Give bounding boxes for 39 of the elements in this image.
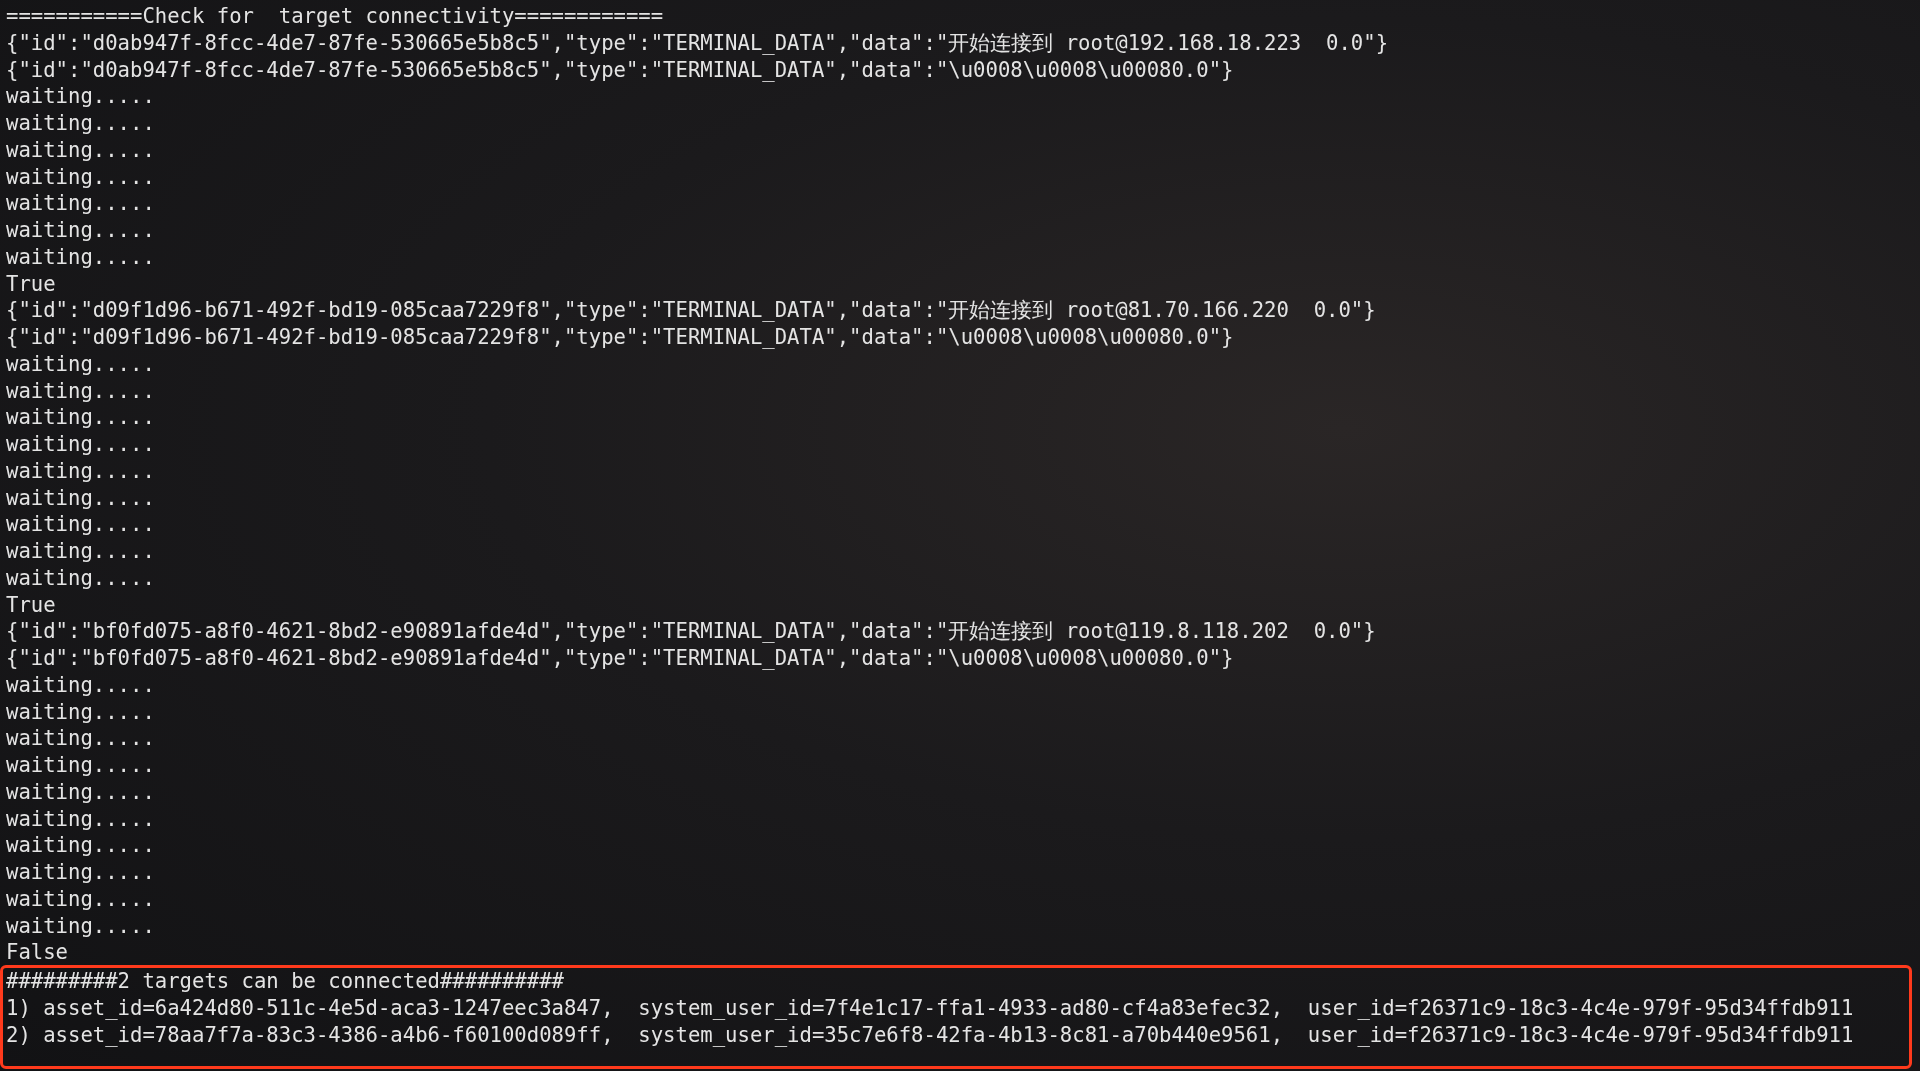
terminal-line: {"id":"d09f1d96-b671-492f-bd19-085caa7229f8","type":"TERMINAL_DATA","data":"\u0008\u0008\u00080.0"} <box>6 324 1234 351</box>
terminal-line: waiting..... <box>6 136 155 164</box>
terminal-line: waiting..... <box>6 190 155 217</box>
terminal-line: 1) asset_id=6a424d80-511c-4e5d-aca3-1247eec3a847, system_user_id=7f4e1c17-ffa1-4933-ad80-cf4a83efec32, user_id=f26371c9-18c3-4c4e-979f-95d34ffdb911 <box>6 994 1854 1022</box>
terminal-line: {"id":"bf0fd075-a8f0-4621-8bd2-e90891afde4d","type":"TERMINAL_DATA","data":"\u0008\u0008\u00080.0"} <box>6 645 1234 672</box>
terminal-line: waiting..... <box>6 163 155 191</box>
terminal-line: True <box>6 591 56 619</box>
terminal-line: waiting..... <box>6 725 155 752</box>
terminal-line: waiting..... <box>6 832 155 859</box>
terminal-line: waiting..... <box>6 243 155 271</box>
terminal-line: {"id":"bf0fd075-a8f0-4621-8bd2-e90891afde4d","type":"TERMINAL_DATA","data":"开始连接到 root@119.8.118.202 0.0"} <box>6 618 1376 645</box>
terminal-line: waiting..... <box>6 511 155 538</box>
terminal-line: waiting..... <box>6 752 155 779</box>
terminal-line: waiting..... <box>6 350 155 378</box>
terminal-line: #########2 targets can be connected########## <box>6 968 564 995</box>
terminal-line: True <box>6 270 56 298</box>
terminal-line: waiting..... <box>6 671 155 699</box>
terminal-line: waiting..... <box>6 698 155 726</box>
terminal-line: {"id":"d09f1d96-b671-492f-bd19-085caa7229f8","type":"TERMINAL_DATA","data":"开始连接到 root@81.70.166.220 0.0"} <box>6 297 1376 324</box>
terminal-line: waiting..... <box>6 885 155 913</box>
terminal-line: waiting..... <box>6 217 155 244</box>
terminal-line: waiting..... <box>6 404 155 431</box>
terminal-line: waiting..... <box>6 110 155 137</box>
terminal-line: {"id":"d0ab947f-8fcc-4de7-87fe-530665e5b8c5","type":"TERMINAL_DATA","data":"\u0008\u0008\u00080.0"} <box>6 56 1234 84</box>
terminal-line: waiting..... <box>6 859 155 886</box>
terminal-line: waiting..... <box>6 484 155 512</box>
terminal-line: waiting..... <box>6 805 155 833</box>
terminal-line: ===========Check for target connectivity============ <box>6 3 664 30</box>
terminal-line: waiting..... <box>6 778 155 806</box>
terminal-line: False <box>6 939 68 966</box>
terminal-line: waiting..... <box>6 83 155 110</box>
terminal-line: {"id":"d0ab947f-8fcc-4de7-87fe-530665e5b8c5","type":"TERMINAL_DATA","data":"开始连接到 root@192.168.18.223 0.0"} <box>6 29 1389 57</box>
terminal-line: waiting..... <box>6 912 155 940</box>
terminal-line: waiting..... <box>6 564 155 592</box>
terminal-line: waiting..... <box>6 431 155 458</box>
terminal-line: waiting..... <box>6 457 155 485</box>
terminal-line: 2) asset_id=78aa7f7a-83c3-4386-a4b6-f60100d089ff, system_user_id=35c7e6f8-42fa-4b13-8c81-a70b440e9561, user_id=f26371c9-18c3-4c4e-979f-95d34ffdb911 <box>6 1021 1854 1049</box>
terminal-line: waiting..... <box>6 377 155 405</box>
terminal-line: waiting..... <box>6 538 155 565</box>
